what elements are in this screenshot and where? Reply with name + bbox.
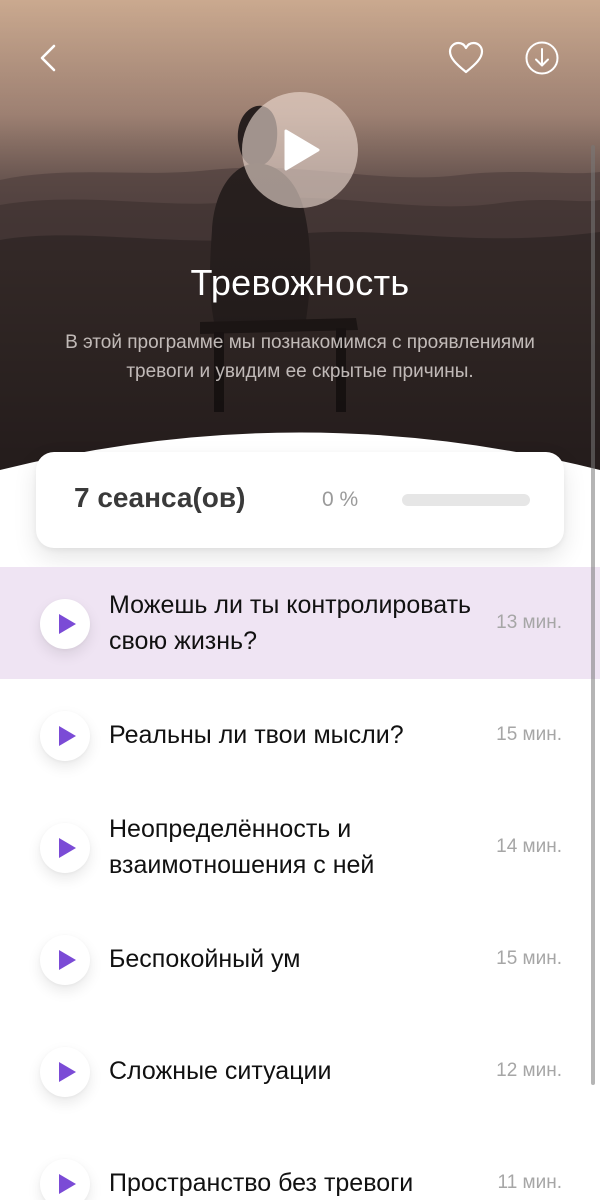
progress-percent: 0 % <box>322 488 359 511</box>
session-row[interactable]: Можешь ли ты контролировать свою жизнь? … <box>0 567 600 679</box>
hero-background-image <box>0 0 600 520</box>
session-duration: 13 мин. <box>496 612 562 633</box>
program-play-button[interactable] <box>242 92 358 208</box>
program-title: Тревожность <box>190 262 410 303</box>
program-screen: Тревожность В этой программе мы познаком… <box>0 0 600 1200</box>
session-duration: 14 мин. <box>496 836 562 857</box>
session-play-button[interactable] <box>40 599 90 649</box>
session-row[interactable]: Беспокойный ум 15 мин. <box>0 903 600 1015</box>
session-title: Реальны ли твои мысли? <box>109 721 404 749</box>
session-play-button[interactable] <box>40 1047 90 1097</box>
session-title: Можешь ли ты контролировать свою жизнь? <box>109 591 472 655</box>
session-duration: 15 мин. <box>496 948 562 969</box>
heart-icon <box>448 41 484 74</box>
play-icon <box>58 614 76 634</box>
download-button[interactable] <box>520 36 564 80</box>
progress-bar <box>402 494 530 506</box>
session-title: Беспокойный ум <box>109 945 301 973</box>
session-play-button[interactable] <box>40 823 90 873</box>
favorite-button[interactable] <box>444 36 488 80</box>
session-row[interactable]: Сложные ситуации 12 мин. <box>0 1015 600 1127</box>
download-circle-icon <box>525 41 559 75</box>
session-count: 7 сеанса(ов) <box>74 482 246 513</box>
session-play-button[interactable] <box>40 935 90 985</box>
session-row[interactable]: Реальны ли твои мысли? 15 мин. <box>0 679 600 791</box>
session-title: Неопределённость и взаимотношения с ней <box>109 815 375 879</box>
session-title: Пространство без тревоги <box>109 1169 414 1197</box>
program-description: В этой программе мы познакомимся с прояв… <box>65 332 535 382</box>
session-duration: 11 мин. <box>497 1172 562 1193</box>
program-stats-card: 7 сеанса(ов) 0 % <box>36 452 564 548</box>
session-duration: 12 мин. <box>496 1060 562 1081</box>
session-play-button[interactable] <box>40 711 90 761</box>
chevron-left-icon <box>40 44 56 72</box>
session-row[interactable]: Пространство без тревоги 11 мин. <box>0 1127 600 1200</box>
session-list: Можешь ли ты контролировать свою жизнь? … <box>0 567 600 1200</box>
play-icon <box>58 726 76 746</box>
session-title: Сложные ситуации <box>109 1057 332 1085</box>
hero-header: Тревожность В этой программе мы познаком… <box>0 0 600 520</box>
session-row[interactable]: Неопределённость и взаимотношения с ней … <box>0 791 600 903</box>
play-icon <box>58 950 76 970</box>
scrollbar[interactable] <box>591 145 595 1085</box>
play-icon <box>58 1174 76 1194</box>
play-icon <box>58 838 76 858</box>
session-play-button[interactable] <box>40 1159 90 1200</box>
back-button[interactable] <box>26 36 70 80</box>
play-icon <box>58 1062 76 1082</box>
session-duration: 15 мин. <box>496 724 562 745</box>
play-icon <box>284 129 320 171</box>
